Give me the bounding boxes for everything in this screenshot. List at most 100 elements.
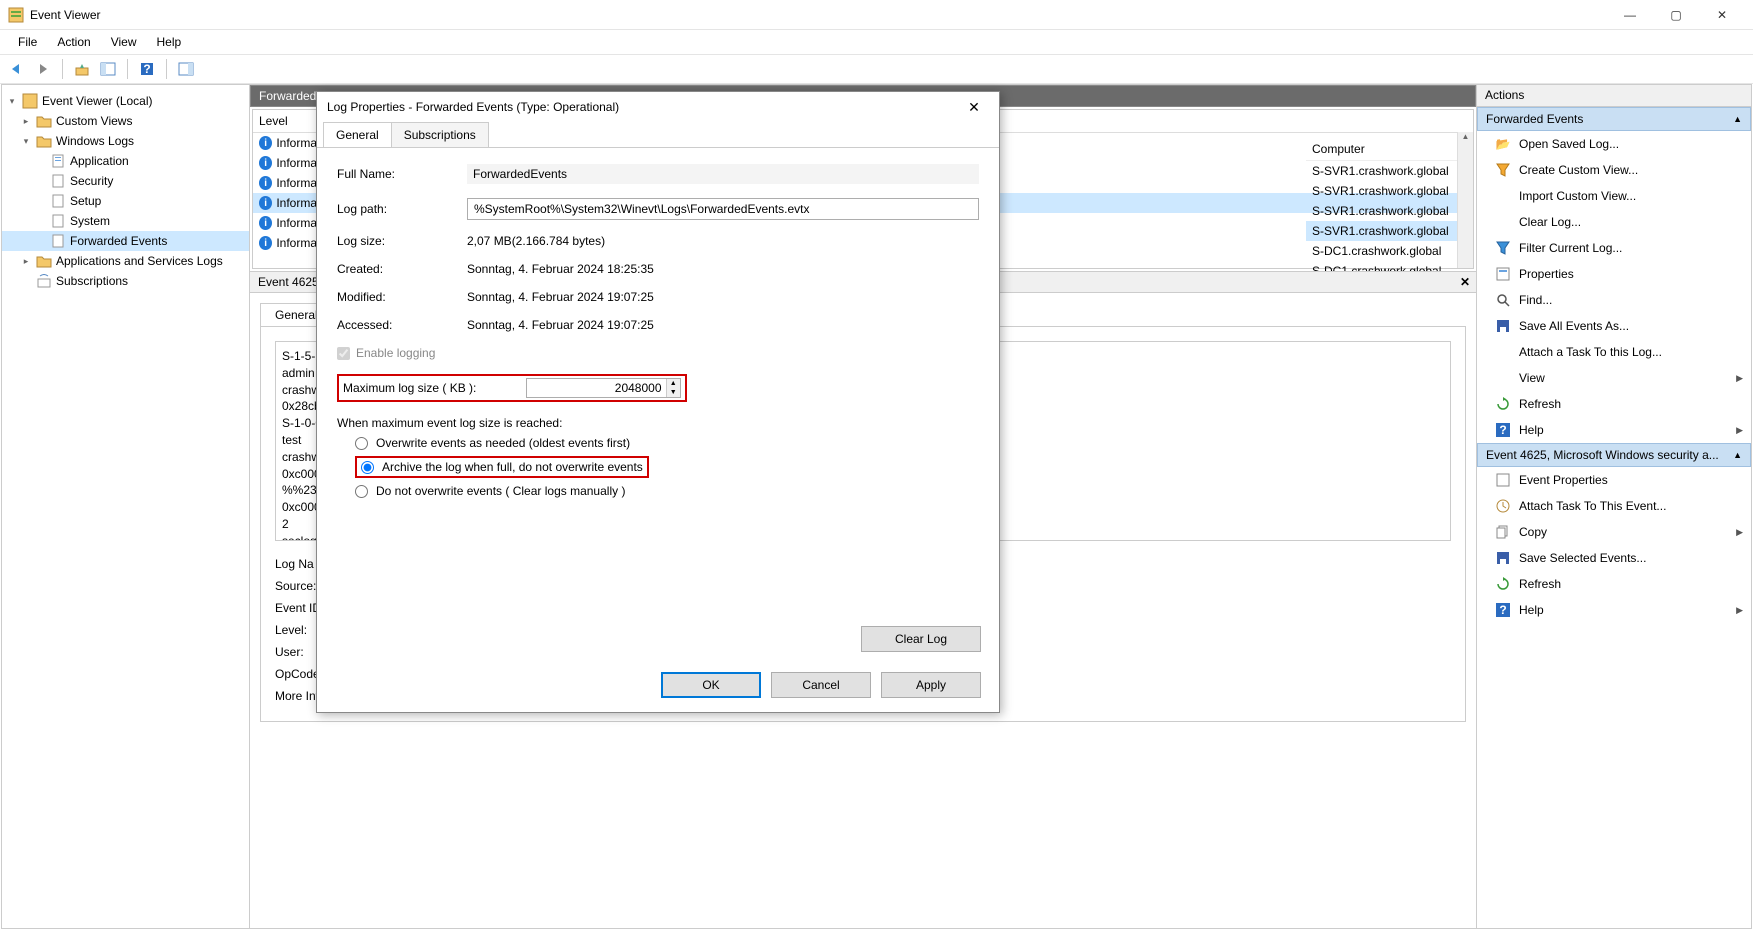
action-attach-task[interactable]: Attach a Task To this Log... — [1477, 339, 1751, 365]
submenu-icon: ▶ — [1736, 425, 1743, 436]
input-log-path[interactable] — [467, 198, 979, 220]
computer-cell[interactable]: S-SVR1.crashwork.global — [1306, 161, 1461, 181]
spin-down-icon[interactable]: ▼ — [667, 388, 681, 397]
close-button[interactable]: ✕ — [1699, 1, 1745, 29]
help-toolbar-button[interactable]: ? — [136, 58, 158, 80]
dialog-title-text: Log Properties - Forwarded Events (Type:… — [327, 100, 619, 114]
event-detail-title: Event 4625 — [258, 275, 319, 289]
tree-root[interactable]: ▾ Event Viewer (Local) — [2, 91, 249, 111]
action-copy[interactable]: Copy▶ — [1477, 519, 1751, 545]
forward-button[interactable] — [32, 58, 54, 80]
button-cancel[interactable]: Cancel — [771, 672, 871, 698]
action-save-selected[interactable]: Save Selected Events... — [1477, 545, 1751, 571]
tree-custom-views[interactable]: ▸ Custom Views — [2, 111, 249, 131]
action-help[interactable]: ?Help▶ — [1477, 417, 1751, 443]
info-icon: i — [259, 136, 272, 150]
actions-section-event[interactable]: Event 4625, Microsoft Windows security a… — [1477, 443, 1751, 467]
tree-apps-services[interactable]: ▸ Applications and Services Logs — [2, 251, 249, 271]
action-filter[interactable]: Filter Current Log... — [1477, 235, 1751, 261]
radio-donot-input[interactable] — [355, 485, 368, 498]
spinner-max-size[interactable]: ▲▼ — [526, 378, 681, 398]
radio-archive[interactable]: Archive the log when full, do not overwr… — [355, 456, 979, 478]
radio-donot[interactable]: Do not overwrite events ( Clear logs man… — [355, 484, 979, 498]
button-apply[interactable]: Apply — [881, 672, 981, 698]
submenu-icon: ▶ — [1736, 527, 1743, 538]
level-text: Informa — [276, 236, 317, 250]
tree-subscriptions[interactable]: Subscriptions — [2, 271, 249, 291]
action-event-properties[interactable]: Event Properties — [1477, 467, 1751, 493]
val-full-name: ForwardedEvents — [467, 164, 979, 184]
action-help2[interactable]: ?Help▶ — [1477, 597, 1751, 623]
lbl-when-max: When maximum event log size is reached: — [337, 416, 562, 430]
open-icon: 📂 — [1495, 136, 1511, 152]
spin-up-icon[interactable]: ▲ — [667, 379, 681, 388]
tree-forwarded-label: Forwarded Events — [70, 234, 167, 248]
app-icon — [8, 7, 24, 23]
actions-header: Actions — [1477, 85, 1751, 107]
input-max-size[interactable] — [527, 379, 666, 397]
up-button[interactable] — [71, 58, 93, 80]
show-hide-tree-button[interactable] — [97, 58, 119, 80]
maximize-button[interactable]: ▢ — [1653, 1, 1699, 29]
close-detail-button[interactable]: ✕ — [1460, 275, 1470, 289]
tree-security[interactable]: Security — [2, 171, 249, 191]
tree-application[interactable]: Application — [2, 151, 249, 171]
val-created: Sonntag, 4. Februar 2024 18:25:35 — [467, 262, 979, 276]
action-import-custom[interactable]: Import Custom View... — [1477, 183, 1751, 209]
tree-setup[interactable]: Setup — [2, 191, 249, 211]
val-log-size: 2,07 MB(2.166.784 bytes) — [467, 234, 979, 248]
menu-view[interactable]: View — [103, 32, 145, 52]
dialog-tab-subscriptions[interactable]: Subscriptions — [391, 122, 489, 147]
panel-toggle-button[interactable] — [175, 58, 197, 80]
dialog-close-button[interactable]: ✕ — [959, 99, 989, 116]
radio-archive-input[interactable] — [361, 461, 374, 474]
tree-windows-logs[interactable]: ▾ Windows Logs — [2, 131, 249, 151]
toolbar: ? — [0, 54, 1753, 84]
computer-cell[interactable]: S-SVR1.crashwork.global — [1306, 201, 1461, 221]
action-open-saved[interactable]: 📂Open Saved Log... — [1477, 131, 1751, 157]
folder-icon — [36, 113, 52, 129]
action-attach-event-task[interactable]: Attach Task To This Event... — [1477, 493, 1751, 519]
grid-scrollbar[interactable]: ▲ — [1457, 132, 1473, 268]
action-properties[interactable]: Properties — [1477, 261, 1751, 287]
actions-section2-label: Event 4625, Microsoft Windows security a… — [1486, 448, 1719, 462]
action-save-all[interactable]: Save All Events As... — [1477, 313, 1751, 339]
col-level[interactable]: Level — [253, 110, 323, 132]
radio-donot-label: Do not overwrite events ( Clear logs man… — [376, 484, 625, 498]
action-clear-log[interactable]: Clear Log... — [1477, 209, 1751, 235]
level-text: Informa — [276, 176, 317, 190]
properties-icon — [1495, 266, 1511, 282]
action-refresh2[interactable]: Refresh — [1477, 571, 1751, 597]
back-button[interactable] — [6, 58, 28, 80]
action-create-custom[interactable]: Create Custom View... — [1477, 157, 1751, 183]
actions-section-forwarded[interactable]: Forwarded Events ▲ — [1477, 107, 1751, 131]
dialog-tab-general[interactable]: General — [323, 122, 392, 147]
computer-cell[interactable]: S-SVR1.crashwork.global — [1306, 181, 1461, 201]
tree-system[interactable]: System — [2, 211, 249, 231]
computer-cell[interactable]: S-SVR1.crashwork.global — [1306, 221, 1461, 241]
info-icon: i — [259, 196, 272, 210]
radio-overwrite[interactable]: Overwrite events as needed (oldest event… — [355, 436, 979, 450]
action-view[interactable]: View▶ — [1477, 365, 1751, 391]
tree-forwarded-events[interactable]: Forwarded Events — [2, 231, 249, 251]
blank-icon — [1495, 344, 1511, 360]
button-clear-log[interactable]: Clear Log — [861, 626, 981, 652]
blank-icon — [1495, 188, 1511, 204]
menu-file[interactable]: File — [10, 32, 45, 52]
task-icon — [1495, 498, 1511, 514]
computer-cell[interactable]: S-DC1.crashwork.global — [1306, 241, 1461, 261]
action-find[interactable]: Find... — [1477, 287, 1751, 313]
col-computer[interactable]: Computer — [1306, 138, 1461, 161]
radio-overwrite-input[interactable] — [355, 437, 368, 450]
val-modified: Sonntag, 4. Februar 2024 19:07:25 — [467, 290, 979, 304]
menu-help[interactable]: Help — [149, 32, 190, 52]
minimize-button[interactable]: — — [1607, 1, 1653, 29]
menu-action[interactable]: Action — [49, 32, 98, 52]
action-refresh[interactable]: Refresh — [1477, 391, 1751, 417]
lbl-enable-logging: Enable logging — [356, 346, 435, 360]
help-icon: ? — [1495, 602, 1511, 618]
tree-security-label: Security — [70, 174, 113, 188]
collapse-icon: ▲ — [1733, 450, 1742, 460]
button-ok[interactable]: OK — [661, 672, 761, 698]
find-icon — [1495, 292, 1511, 308]
